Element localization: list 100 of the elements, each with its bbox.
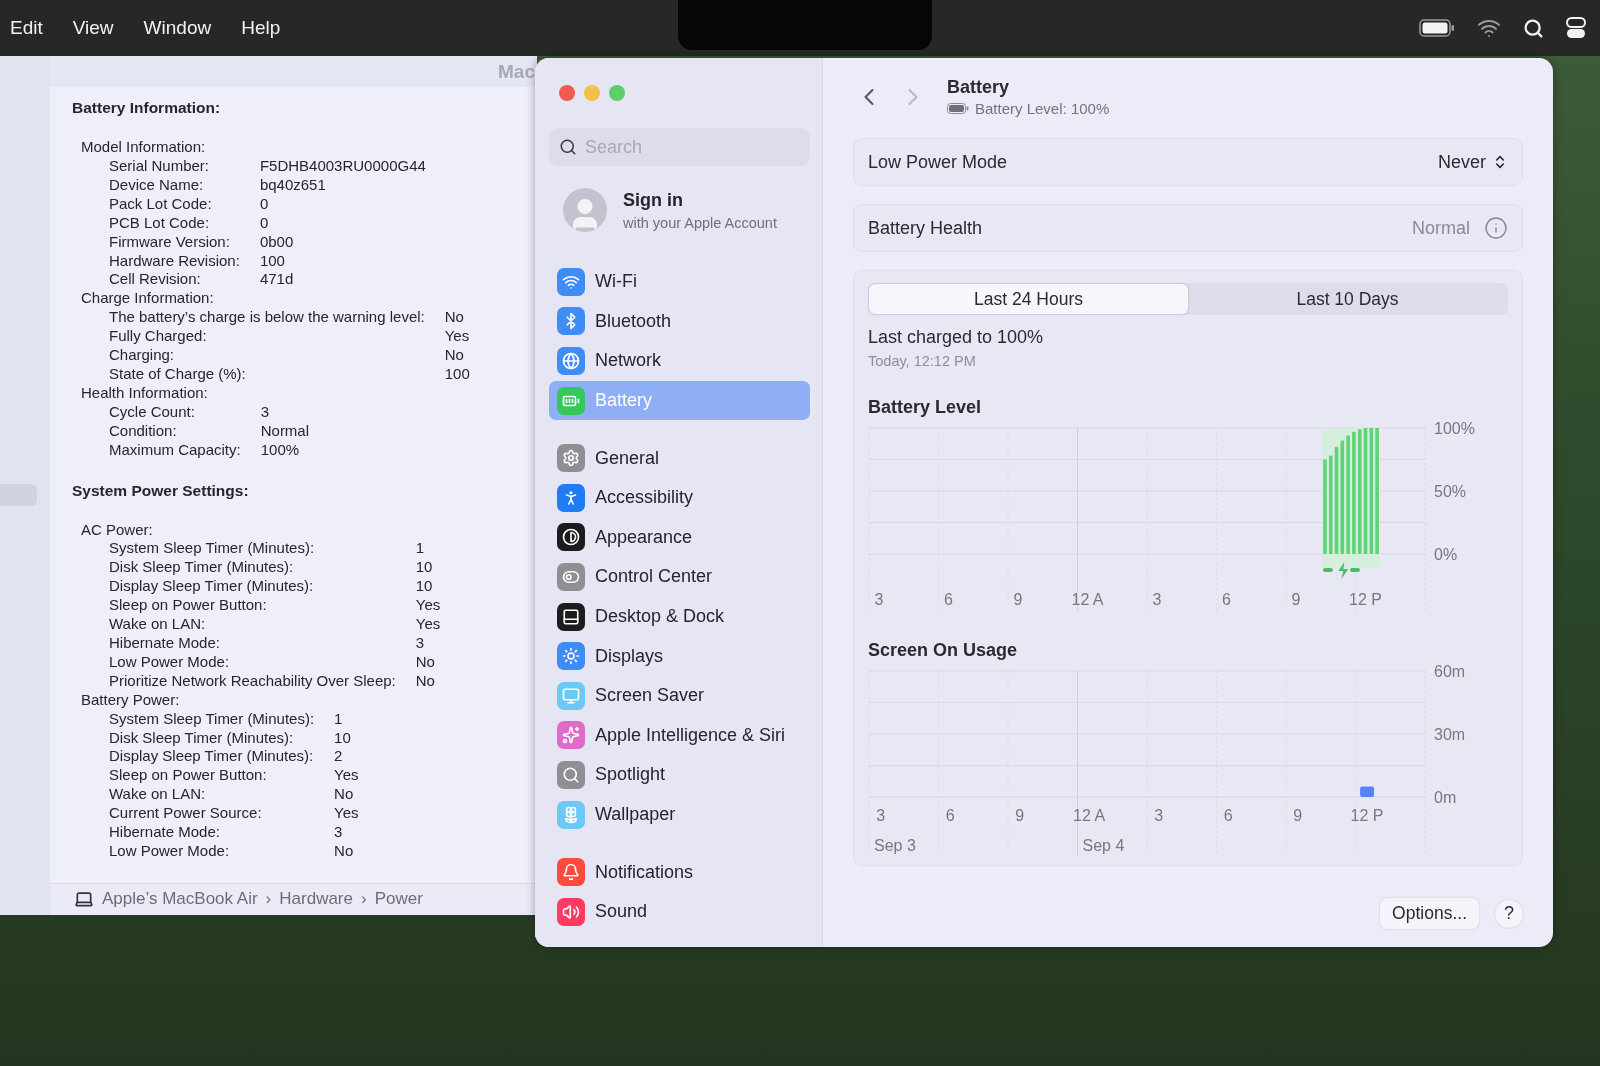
axis-label: 60m <box>1434 663 1466 680</box>
battery-icon[interactable] <box>1419 19 1455 37</box>
info-label: Serial Number: <box>109 157 211 176</box>
info-value: 0 <box>259 194 270 214</box>
menu-item[interactable]: Help <box>241 17 281 39</box>
breadcrumb-item[interactable]: Apple’s MacBook Air <box>102 889 258 910</box>
options-button[interactable]: Options... <box>1380 898 1479 929</box>
info-value: 100% <box>260 440 301 460</box>
info-value: 0 <box>259 213 270 233</box>
avatar-icon[interactable] <box>563 188 607 232</box>
breadcrumb-separator: › <box>265 889 272 910</box>
info-value: 100 <box>444 365 471 384</box>
info-value: Yes <box>334 766 360 786</box>
breadcrumb-item[interactable]: Power <box>374 889 423 910</box>
help-button[interactable]: ? <box>1495 899 1523 928</box>
info-value: 10 <box>415 558 434 578</box>
sidebar-item[interactable]: Bluetooth <box>549 301 810 342</box>
page-title: Battery <box>947 77 1011 98</box>
control-center-icon[interactable] <box>1566 17 1586 39</box>
info-value: Yes <box>334 804 360 824</box>
info-value: Yes <box>415 596 442 616</box>
battery-icon <box>947 103 969 114</box>
window-title: Mac <box>498 60 535 83</box>
close-button[interactable] <box>559 85 575 101</box>
info-label: State of Charge (%): <box>109 365 247 384</box>
account-title[interactable]: Sign in <box>623 189 777 211</box>
sidebar-item[interactable]: Appearance <box>549 517 810 558</box>
popup-button[interactable]: Never <box>1438 151 1508 173</box>
info-label: Maximum Capacity: <box>109 440 241 460</box>
info-label: System Sleep Timer (Minutes): <box>109 539 316 559</box>
search-icon <box>559 138 577 156</box>
info-value: No <box>415 671 436 691</box>
sidebar-item[interactable]: Spotlight <box>549 755 810 795</box>
info-label: System Sleep Timer (Minutes): <box>109 709 315 729</box>
axis-label: 3 <box>1154 807 1164 824</box>
sidebar-item[interactable]: Apple Intelligence & Siri <box>549 715 810 756</box>
setting-label: Low Power Mode <box>868 151 1008 173</box>
sidebar-item[interactable]: Desktop & Dock <box>549 596 810 637</box>
axis-label: 12 P <box>1349 591 1382 608</box>
info-label: Wake on LAN: <box>109 615 207 634</box>
info-label: Disk Sleep Timer (Minutes): <box>109 728 295 748</box>
info-value: F5DHB4003RU0000G44 <box>259 157 427 176</box>
axis-label: 9 <box>1293 807 1303 824</box>
info-label: The battery’s charge is below the warning level: <box>109 308 425 328</box>
sidebar-item[interactable]: Displays <box>549 636 810 676</box>
group-title: AC Power: <box>81 520 154 540</box>
sidebar-item[interactable]: General <box>549 438 810 478</box>
last-charged-text: Last charged to 100% <box>868 327 1045 348</box>
info-label: Low Power Mode: <box>109 841 231 861</box>
info-label: Device Name: <box>109 175 205 195</box>
axis-label: 0% <box>1434 546 1458 563</box>
axis-label: 100% <box>1434 420 1475 437</box>
breadcrumb-item[interactable]: Hardware <box>279 889 353 910</box>
search-icon[interactable] <box>1523 17 1544 39</box>
info-label: Prioritize Network Reachability Over Sleep: <box>109 671 396 691</box>
group-title: Health Information: <box>81 383 209 403</box>
info-value: 3 <box>334 823 344 842</box>
axis-label: 6 <box>1222 591 1231 608</box>
info-value: bq40z651 <box>259 175 327 195</box>
axis-label: 6 <box>944 591 953 608</box>
sidebar-item[interactable]: Notifications <box>549 852 810 892</box>
info-label: Low Power Mode: <box>109 652 231 672</box>
info-value: 0b00 <box>259 232 295 252</box>
info-value: Yes <box>415 615 442 634</box>
axis-label: 12 P <box>1350 807 1384 824</box>
info-label: Hardware Revision: <box>109 251 240 271</box>
sidebar-item[interactable]: Wi-Fi <box>549 262 810 302</box>
axis-label: 3 <box>1152 591 1162 608</box>
info-icon[interactable] <box>1484 216 1508 240</box>
sidebar-item[interactable]: Control Center <box>549 557 810 597</box>
info-label: Pack Lot Code: <box>109 194 213 214</box>
sidebar-item[interactable]: Screen Saver <box>549 675 810 716</box>
info-value: Yes <box>444 327 471 347</box>
menu-item[interactable]: Window <box>143 17 212 39</box>
axis-label: 3 <box>874 591 884 608</box>
sidebar-item[interactable]: Accessibility <box>549 477 810 518</box>
info-value: No <box>334 785 355 805</box>
sidebar-item[interactable]: Wallpaper <box>549 794 810 835</box>
menu-item[interactable]: View <box>72 17 114 39</box>
info-label: Cycle Count: <box>109 402 196 422</box>
info-label: Display Sleep Timer (Minutes): <box>109 577 315 597</box>
info-value: No <box>334 841 355 861</box>
setting-label: Battery Health <box>868 217 983 239</box>
sidebar-item[interactable]: Sound <box>549 891 810 932</box>
info-label: Condition: <box>109 421 178 441</box>
axis-label: 12 A <box>1071 591 1104 608</box>
chart-title: Screen On Usage <box>868 640 1019 661</box>
group-title: Battery Power: <box>81 690 181 710</box>
info-value: No <box>444 346 465 365</box>
axis-label: 50% <box>1434 483 1467 500</box>
zoom-button[interactable] <box>609 85 625 101</box>
axis-label: 9 <box>1013 591 1023 608</box>
segment-tab[interactable]: Last 10 Days <box>1188 284 1507 314</box>
segment-tab[interactable]: Last 24 Hours <box>869 284 1188 314</box>
sidebar-item[interactable]: Network <box>549 341 810 381</box>
menu-item[interactable]: Edit <box>10 17 43 39</box>
info-label: Wake on LAN: <box>109 785 207 805</box>
chart-title: Battery Level <box>868 397 983 418</box>
info-label: Firmware Version: <box>109 232 231 252</box>
date-label: Sep 4 <box>1082 837 1125 854</box>
